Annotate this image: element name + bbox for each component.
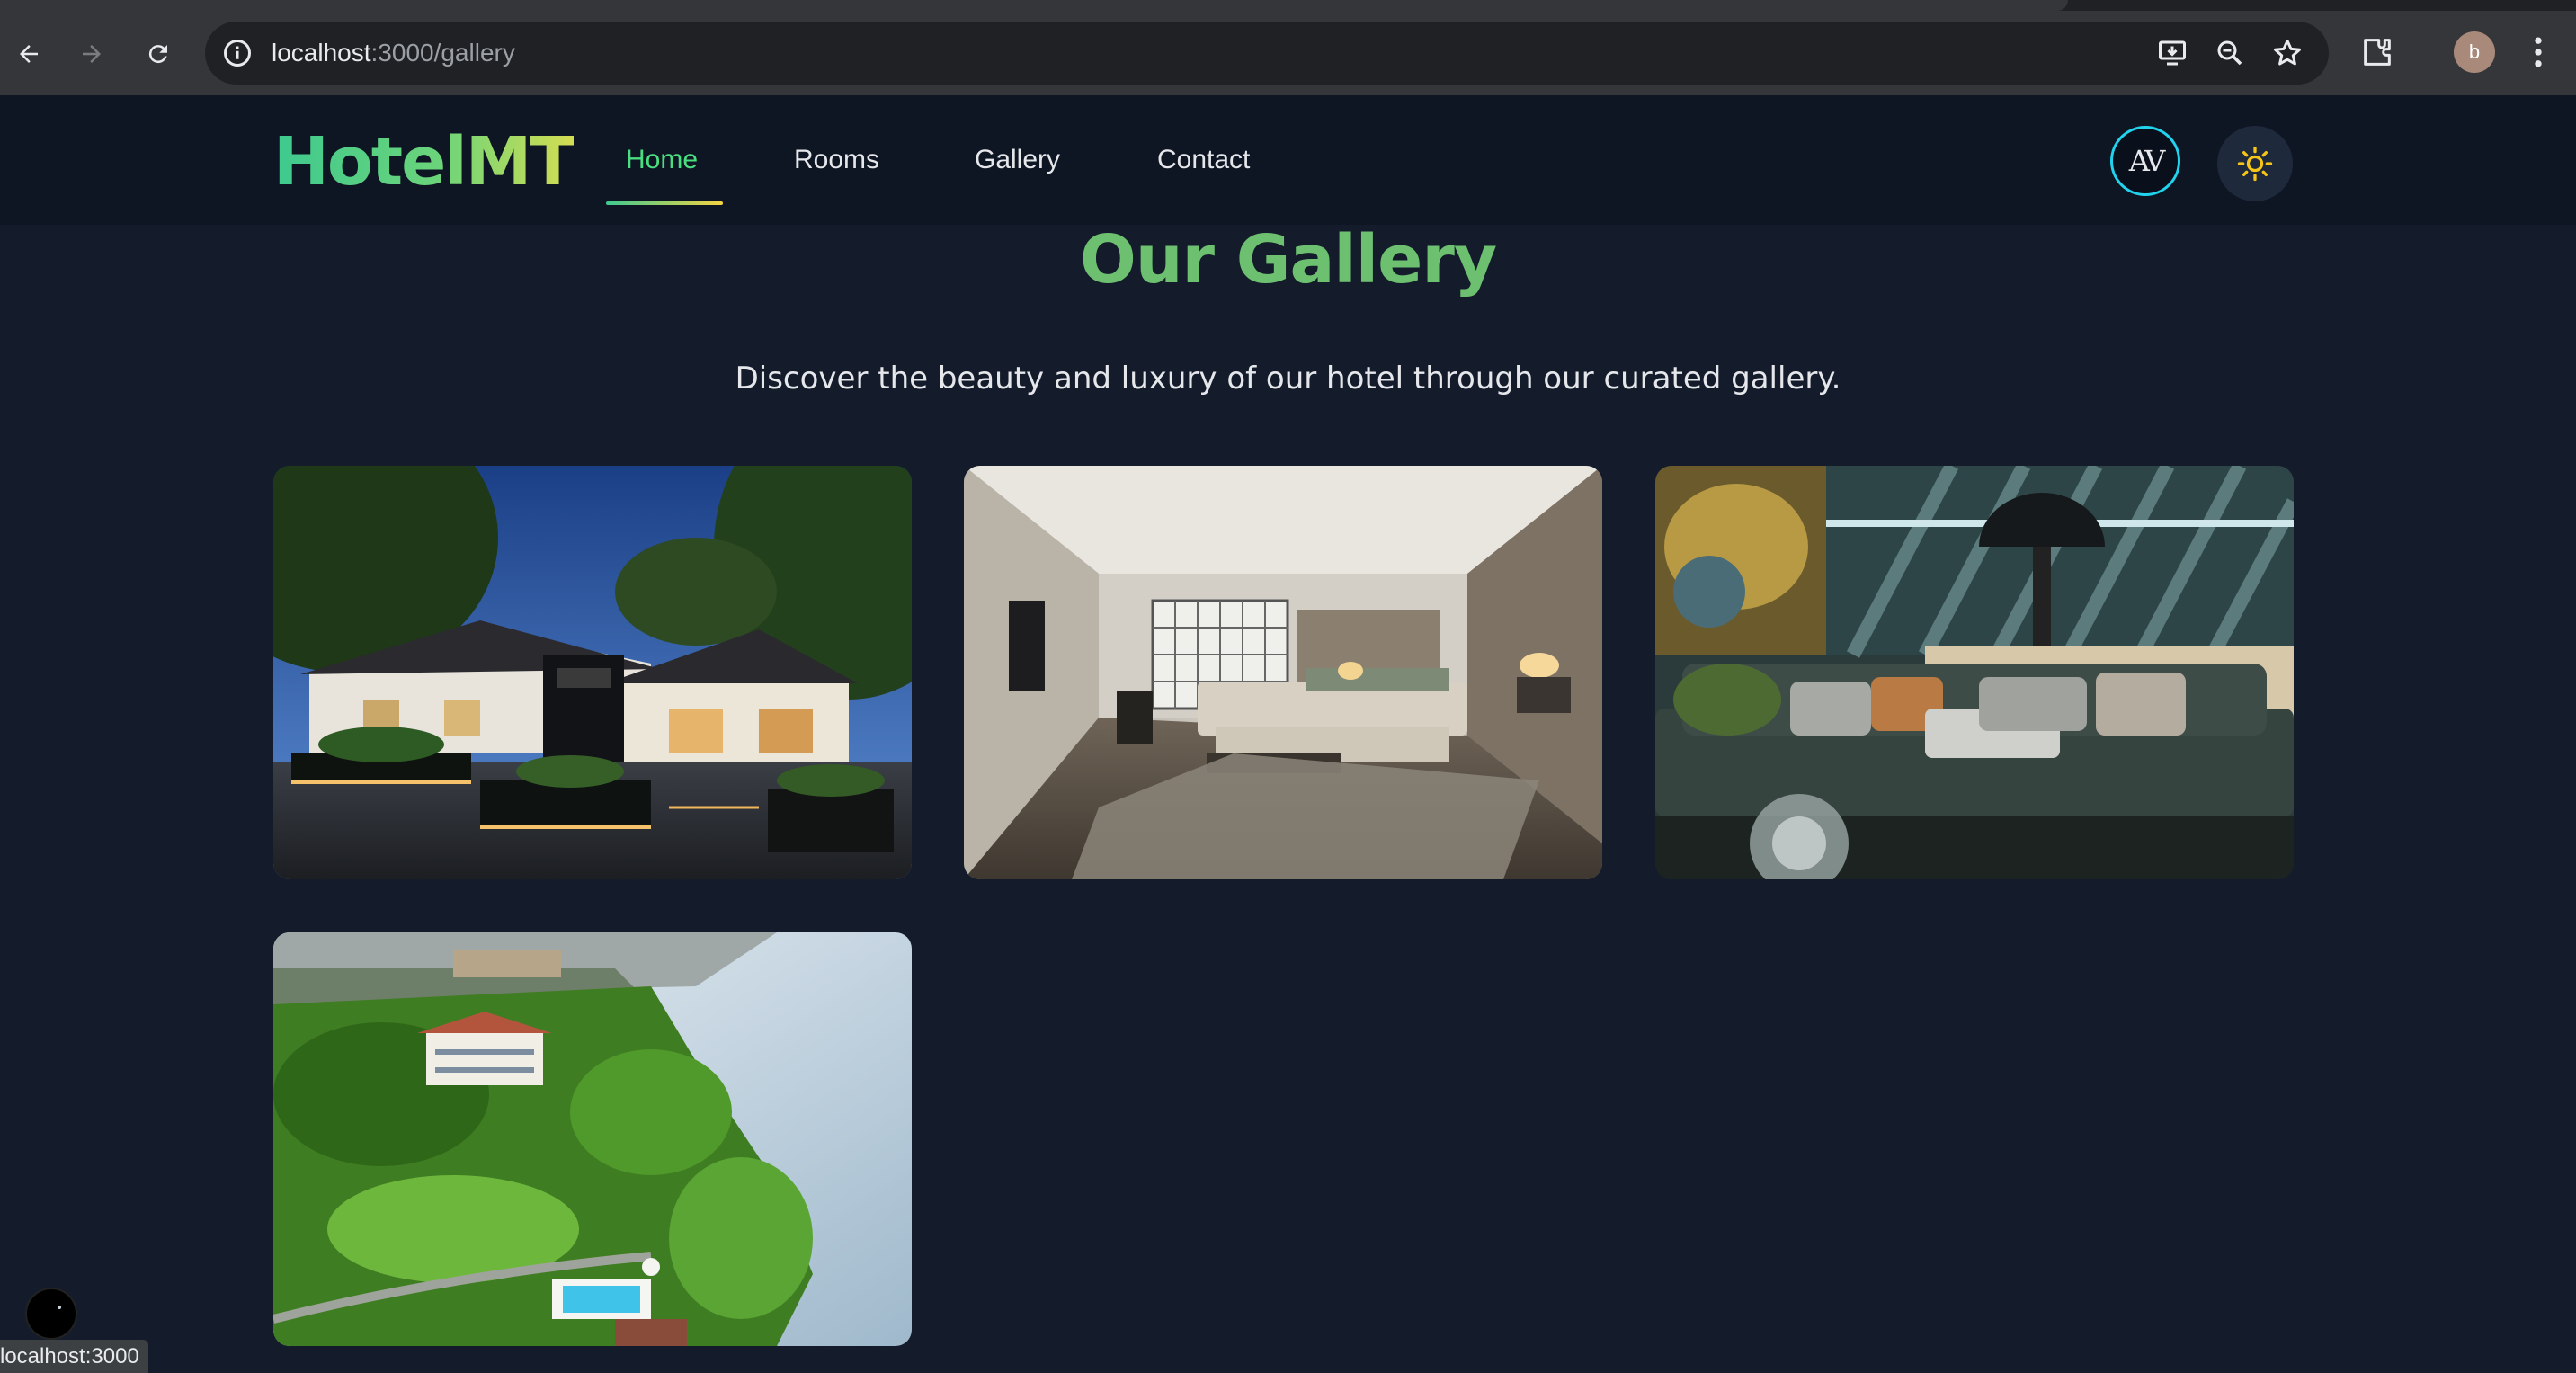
avatar-monogram: AV <box>2128 144 2166 178</box>
install-app-icon[interactable] <box>2156 37 2188 69</box>
tab-strip <box>0 0 2576 11</box>
more-menu-icon[interactable] <box>2525 32 2552 72</box>
gallery-image-hotel-exterior[interactable] <box>273 466 912 879</box>
user-avatar-button[interactable]: AV <box>2110 126 2180 196</box>
site-info-icon[interactable] <box>221 37 254 69</box>
reload-icon[interactable] <box>131 27 185 81</box>
gallery-image-hotel-lounge[interactable] <box>1655 466 2294 879</box>
gallery-image-hotel-bedroom[interactable] <box>964 466 1602 879</box>
url-text[interactable]: localhost:3000/gallery <box>272 38 515 68</box>
nav-gallery[interactable]: Gallery <box>975 142 1060 178</box>
gallery-image-hotel-lakeside[interactable] <box>273 932 912 1346</box>
browser-toolbar: localhost:3000/gallery b <box>0 0 2576 95</box>
status-bar-url: localhost:3000 <box>0 1340 148 1373</box>
page-title: Our Gallery <box>1079 221 1497 299</box>
nav-active-underline <box>606 201 723 205</box>
nav-contact[interactable]: Contact <box>1157 142 1250 178</box>
page-subtitle: Discover the beauty and luxury of our ho… <box>735 361 1841 397</box>
profile-avatar[interactable]: b <box>2454 31 2495 73</box>
extensions-icon[interactable] <box>2359 34 2395 70</box>
sun-icon <box>2237 146 2273 182</box>
bookmark-star-icon[interactable] <box>2271 37 2304 69</box>
active-tab[interactable] <box>0 0 2068 11</box>
address-bar[interactable]: localhost:3000/gallery <box>205 22 2329 85</box>
site-header: HotelMT Home Rooms Gallery Contact AV <box>0 95 2576 225</box>
url-path: :3000/gallery <box>370 39 515 67</box>
floating-action-button[interactable] <box>25 1288 77 1340</box>
forward-icon[interactable] <box>65 27 119 81</box>
nav-home[interactable]: Home <box>626 142 698 178</box>
zoom-icon[interactable] <box>2214 37 2246 69</box>
theme-toggle-button[interactable] <box>2217 126 2293 201</box>
back-icon[interactable] <box>2 27 56 81</box>
url-host: localhost <box>272 39 371 67</box>
brand-logo[interactable]: HotelMT <box>273 124 575 200</box>
nav-rooms[interactable]: Rooms <box>794 142 879 178</box>
